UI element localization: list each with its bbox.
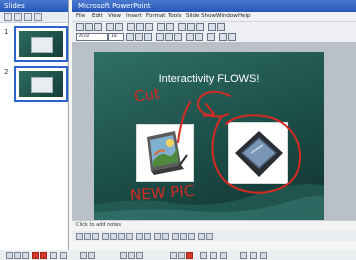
red-pen-icon[interactable] (40, 252, 47, 259)
slide-thumbnail-1[interactable] (14, 26, 68, 62)
align-center-icon[interactable] (165, 33, 173, 41)
oval-icon[interactable] (126, 233, 133, 240)
move-down-icon[interactable] (34, 13, 42, 21)
toolbar-icon[interactable] (220, 252, 227, 259)
line-color-icon[interactable] (180, 233, 187, 240)
3d-icon[interactable] (206, 233, 213, 240)
font-color-icon[interactable] (207, 33, 215, 41)
move-up-icon[interactable] (24, 13, 32, 21)
font-dropdown[interactable]: Arial (76, 33, 108, 41)
textbox-icon[interactable] (136, 233, 143, 240)
thumbnail-image-icon (31, 37, 53, 53)
toolbar-icon[interactable] (260, 252, 267, 259)
toolbar-icon[interactable] (170, 252, 177, 259)
redo-icon[interactable] (166, 23, 174, 31)
thumbnail-panel-title: Slides (4, 2, 25, 10)
help-icon[interactable] (217, 23, 225, 31)
view-sorter-icon[interactable] (128, 252, 135, 259)
insert-table-icon[interactable] (187, 23, 195, 31)
new-slide-icon[interactable] (228, 33, 236, 41)
insert-picture-icon[interactable] (196, 23, 204, 31)
menu-item-edit[interactable]: Edit (92, 13, 103, 20)
menu-item-help[interactable]: Help (238, 13, 251, 20)
spellcheck-icon[interactable] (115, 23, 123, 31)
menu-item-view[interactable]: View (108, 13, 121, 20)
ink-color-icon[interactable] (186, 252, 193, 259)
clipart-icon[interactable] (154, 233, 161, 240)
view-normal-icon[interactable] (120, 252, 127, 259)
toolbar-icon[interactable] (250, 252, 257, 259)
new-slide-icon[interactable] (4, 13, 12, 21)
design-icon[interactable] (219, 33, 227, 41)
fill-color-icon[interactable] (172, 233, 179, 240)
select-arrow-icon[interactable] (84, 233, 91, 240)
menu-item-format[interactable]: Format (146, 13, 165, 20)
slide-thumbnail-2[interactable] (14, 66, 68, 102)
play-icon[interactable] (60, 252, 67, 259)
bold-icon[interactable] (126, 33, 134, 41)
picture-icon[interactable] (162, 233, 169, 240)
cut-icon[interactable] (127, 23, 135, 31)
toolbar-icon[interactable] (200, 252, 207, 259)
menu-item-slide-show[interactable]: Slide Show (186, 13, 216, 20)
italic-icon[interactable] (135, 33, 143, 41)
toolbar-icon[interactable] (178, 252, 185, 259)
ink-text-cut: Cut (132, 84, 162, 106)
numbering-icon[interactable] (195, 33, 203, 41)
zoom-icon[interactable] (208, 23, 216, 31)
bullets-icon[interactable] (186, 33, 194, 41)
eraser-icon[interactable] (22, 252, 29, 259)
slide-thumbnail-number: 1 (4, 28, 9, 36)
delete-slide-icon[interactable] (14, 13, 22, 21)
line-icon[interactable] (102, 233, 109, 240)
toolbar-icon[interactable] (240, 252, 247, 259)
undo-ink-icon[interactable] (50, 252, 57, 259)
open-folder-icon[interactable] (85, 23, 93, 31)
font-color-icon[interactable] (188, 233, 195, 240)
menu-item-file[interactable]: File (76, 13, 85, 20)
align-left-icon[interactable] (156, 33, 164, 41)
bottom-toolbar-strip (0, 250, 356, 260)
copy-icon[interactable] (136, 23, 144, 31)
arrow-icon[interactable] (110, 233, 117, 240)
autoshapes-icon[interactable] (92, 233, 99, 240)
paste-icon[interactable] (145, 23, 153, 31)
draw-menu-icon[interactable] (76, 233, 83, 240)
rectangle-icon[interactable] (118, 233, 125, 240)
red-ink-icon[interactable] (32, 252, 39, 259)
toolbar-icon[interactable] (210, 252, 217, 259)
menu-item-tools[interactable]: Tools (168, 13, 182, 20)
underline-icon[interactable] (144, 33, 152, 41)
view-slideshow-icon[interactable] (136, 252, 143, 259)
new-file-icon[interactable] (76, 23, 84, 31)
insert-chart-icon[interactable] (178, 23, 186, 31)
drawing-toolbar (72, 231, 356, 241)
slide-thumbnail-number: 2 (4, 68, 9, 76)
notes-placeholder: Click to add notes (76, 222, 121, 228)
slide-nav-icon[interactable] (80, 252, 87, 259)
thumbnail-preview (19, 71, 63, 97)
slide-canvas[interactable]: Interactivity FLOWS! Cut NEW PIC (94, 52, 324, 222)
highlighter-icon[interactable] (14, 252, 21, 259)
undo-icon[interactable] (157, 23, 165, 31)
main-window-title: Microsoft PowerPoint (78, 2, 151, 10)
wordart-icon[interactable] (144, 233, 151, 240)
shadow-icon[interactable] (198, 233, 205, 240)
print-icon[interactable] (106, 23, 114, 31)
ink-annotations (177, 90, 302, 194)
thumbnail-preview (19, 31, 63, 57)
pen-icon[interactable] (6, 252, 13, 259)
font-size-dropdown[interactable]: 18 (108, 33, 124, 41)
align-right-icon[interactable] (174, 33, 182, 41)
menu-item-window[interactable]: Window (216, 13, 238, 20)
slide-nav-icon[interactable] (88, 252, 95, 259)
thumbnail-image-icon (31, 77, 53, 93)
menu-item-insert[interactable]: Insert (126, 13, 142, 20)
save-icon[interactable] (94, 23, 102, 31)
